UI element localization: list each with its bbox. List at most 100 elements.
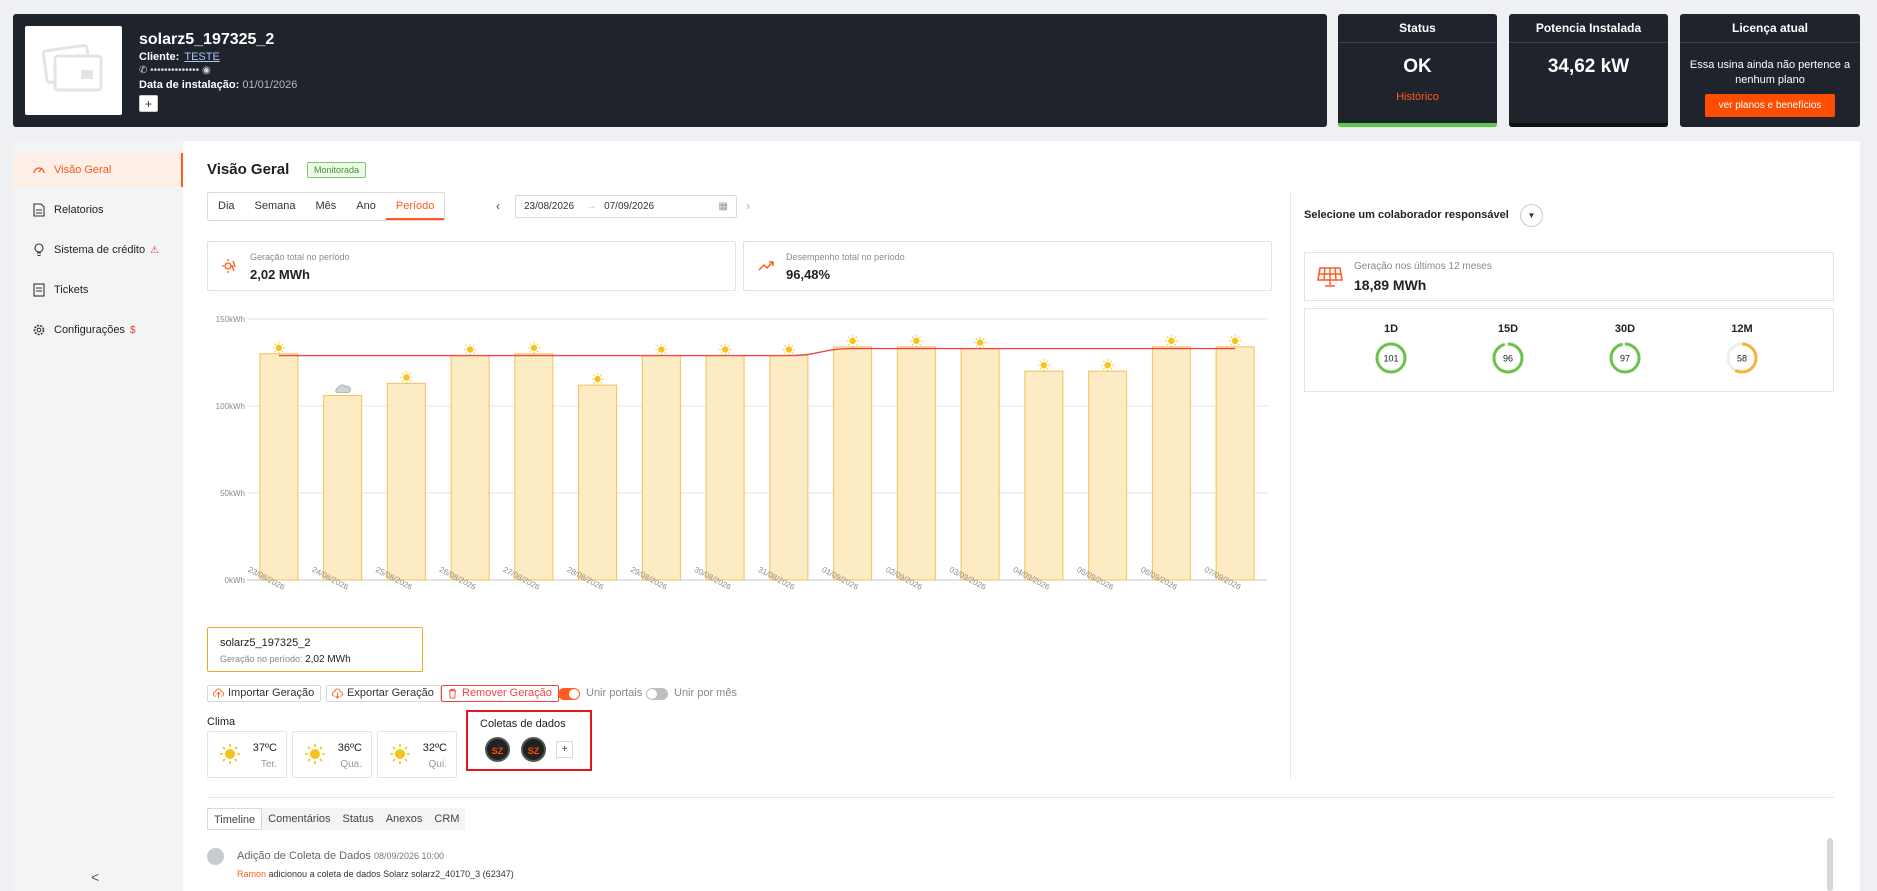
generation-12-months-label: Geração nos últimos 12 meses: [1354, 261, 1492, 272]
sun-icon: [220, 744, 240, 764]
image-placeholder-icon: [41, 43, 103, 92]
sun-icon: [1101, 359, 1114, 372]
sidebar-item-label: Tickets: [54, 284, 89, 296]
date-end[interactable]: 07/09/2026: [604, 201, 654, 212]
perf-12m: 12M 58: [1722, 323, 1762, 375]
tab-period[interactable]: Período: [385, 193, 445, 220]
kpi-performance-label: Desempenho total no período: [786, 252, 905, 262]
chart-bar: [514, 353, 554, 581]
client-row: Cliente: TESTE: [139, 51, 220, 63]
scrollbar[interactable]: [1827, 838, 1833, 891]
import-generation-button[interactable]: Importar Geração: [207, 685, 322, 702]
trash-icon: [448, 688, 457, 699]
cloud-icon: [335, 384, 351, 393]
sidebar-item-settings[interactable]: Configurações $: [13, 313, 183, 347]
date-start[interactable]: 23/08/2026: [524, 201, 574, 212]
join-month-toggle[interactable]: [646, 688, 668, 700]
history-link[interactable]: Histórico: [1338, 91, 1497, 103]
chart-bar: [578, 384, 618, 581]
tab-timeline[interactable]: Timeline: [207, 808, 263, 830]
svg-text:101: 101: [1383, 354, 1398, 364]
phone-icon: ✆: [139, 65, 148, 76]
sun-icon: [782, 343, 795, 356]
sidebar-item-label: Sistema de crédito: [54, 244, 146, 256]
perf-30d: 30D 97: [1605, 323, 1645, 375]
plant-summary-name: solarz5_197325_2: [220, 637, 311, 649]
generation-12-months: Geração nos últimos 12 meses 18,89 MWh: [1304, 252, 1834, 301]
chevron-right-icon[interactable]: ›: [746, 199, 750, 213]
dashboard-icon: [31, 163, 46, 178]
timeline-entry-title: Adição de Coleta de Dados 08/09/2026 10:…: [237, 850, 445, 862]
collection-avatar[interactable]: SZ: [521, 737, 546, 762]
plant-summary-box[interactable]: solarz5_197325_2 Geração no período: 2,0…: [207, 627, 423, 672]
weather-weekday: Qui.: [428, 759, 447, 770]
weather-day: 36ºC Qua.: [292, 731, 372, 778]
add-collection-button[interactable]: +: [556, 741, 573, 758]
bottom-tabs: Timeline Comentários Status Anexos CRM: [207, 808, 466, 830]
export-generation-button[interactable]: Exportar Geração: [326, 685, 441, 702]
power-card: Potencia Instalada 34,62 kW: [1509, 14, 1668, 127]
sun-icon: [846, 334, 859, 347]
y-tick-label: 50kWh: [220, 489, 245, 498]
tab-day[interactable]: Dia: [208, 193, 245, 220]
kpi-performance: Desempenho total no período 96,48%: [743, 241, 1272, 291]
tab-status[interactable]: Status: [337, 808, 380, 830]
weather-temp: 36ºC: [337, 742, 362, 754]
sidebar-item-tickets[interactable]: Tickets: [13, 273, 183, 307]
add-button[interactable]: +: [139, 95, 158, 112]
collection-avatar[interactable]: SZ: [485, 737, 510, 762]
weather-day: 37ºC Ter.: [207, 731, 287, 778]
join-month-label: Unir por mês: [674, 687, 737, 699]
solar-panel-icon: [1317, 267, 1343, 287]
tab-attachments[interactable]: Anexos: [380, 808, 429, 830]
chart-bar: [1215, 346, 1255, 581]
calendar-icon[interactable]: ▦: [719, 201, 728, 212]
remove-generation-button[interactable]: Remover Geração: [441, 685, 559, 702]
status-value: OK: [1403, 56, 1432, 77]
tab-crm[interactable]: CRM: [428, 808, 465, 830]
license-text: Essa usina ainda não pertence a nenhum p…: [1689, 59, 1851, 86]
collapse-sidebar-button[interactable]: <: [91, 869, 99, 885]
chart-bar: [1151, 346, 1191, 581]
divider: [1290, 192, 1291, 778]
collaborator-title: Selecione um colaborador responsável: [1304, 209, 1509, 221]
weather-weekday: Qua.: [340, 759, 362, 770]
join-ports-toggle[interactable]: [558, 688, 580, 700]
timeline-user[interactable]: Ramon: [237, 869, 266, 879]
eye-icon[interactable]: ◉: [202, 65, 211, 76]
generation-12-months-value: 18,89 MWh: [1354, 277, 1427, 293]
phone-masked: ••••••••••••••: [150, 65, 200, 76]
sidebar-item-reports[interactable]: Relatorios: [13, 193, 183, 227]
sidebar-item-credit[interactable]: Sistema de crédito ⚠: [13, 233, 183, 267]
period-tabs: Dia Semana Mês Ano Período: [207, 192, 446, 221]
timeline-timestamp: 08/09/2026 10:00: [374, 851, 445, 861]
sun-icon: [1037, 359, 1050, 372]
tab-week[interactable]: Semana: [245, 193, 306, 220]
y-tick-label: 0kWh: [225, 576, 245, 585]
tab-month[interactable]: Mês: [306, 193, 347, 220]
status-indicator-bar: [1338, 123, 1497, 127]
billing-warning-icon: $: [129, 324, 136, 336]
chart-bar: [641, 355, 681, 581]
tab-year[interactable]: Ano: [346, 193, 386, 220]
client-link[interactable]: TESTE: [184, 51, 219, 63]
sidebar-item-overview[interactable]: Visão Geral: [13, 153, 183, 187]
plans-button[interactable]: ver planos e benefícios: [1705, 94, 1835, 117]
license-card-title: Licença atual: [1680, 14, 1860, 43]
collaborator-dropdown-button[interactable]: ▼: [1520, 204, 1543, 227]
chevron-left-icon[interactable]: ‹: [496, 199, 500, 213]
sidebar: Visão Geral Relatorios Sistema de crédit…: [13, 141, 183, 891]
list-icon: [31, 283, 46, 298]
sun-icon: [910, 334, 923, 347]
sun-icon: [400, 371, 413, 384]
kpi-generation-value: 2,02 MWh: [250, 267, 310, 282]
sun-icon: [591, 373, 604, 386]
cloud-upload-icon: [213, 688, 224, 699]
date-range-picker[interactable]: 23/08/2026 → 07/09/2026 ▦: [515, 195, 737, 218]
power-value: 34,62 kW: [1547, 56, 1630, 77]
chart-bar: [1024, 370, 1064, 581]
tab-comments[interactable]: Comentários: [262, 808, 336, 830]
sidebar-item-label: Visão Geral: [54, 164, 112, 176]
sun-icon: [655, 343, 668, 356]
kpi-generation: Geração total no período 2,02 MWh: [207, 241, 736, 291]
